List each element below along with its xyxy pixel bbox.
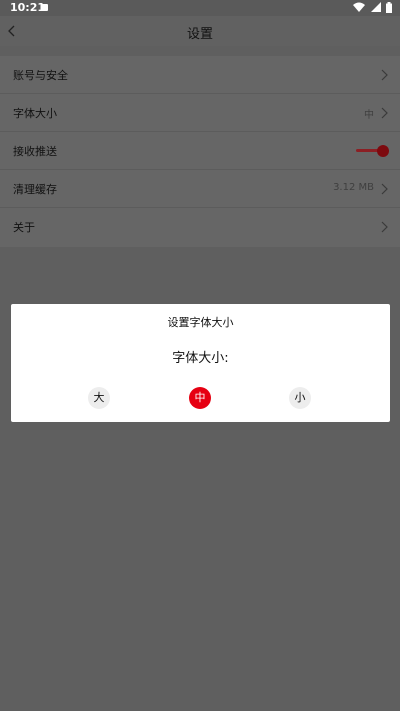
settings-item-label: 清理缓存 [13, 183, 57, 196]
dialog-title: 设置字体大小 [167, 316, 234, 329]
font-size-dialog: 设置字体大小 字体大小: 大 中 小 [11, 304, 390, 422]
settings-item-push-notifications: 接收推送 [0, 132, 400, 170]
settings-item-label: 字体大小 [13, 107, 57, 120]
settings-item-about[interactable]: 关于 [0, 208, 400, 246]
font-size-option-medium[interactable]: 中 [189, 387, 211, 409]
font-size-value: 中 [364, 110, 374, 121]
chevron-right-icon [381, 183, 388, 195]
chevron-right-icon [381, 69, 388, 81]
settings-item-font-size[interactable]: 字体大小 中 [0, 94, 400, 132]
settings-item-label: 接收推送 [13, 145, 57, 158]
settings-item-clear-cache[interactable]: 清理缓存 3.12 MB [0, 170, 400, 208]
battery-icon [386, 2, 392, 13]
wifi-icon [353, 2, 365, 12]
status-time: 10:21 [10, 1, 46, 14]
settings-item-label: 关于 [13, 221, 35, 234]
chevron-right-icon [381, 221, 388, 233]
notification-icon [41, 4, 48, 11]
settings-list: 账号与安全 字体大小 中 接收推送 清理缓存 3.12 MB 关于 [0, 56, 400, 247]
settings-item-account-security[interactable]: 账号与安全 [0, 56, 400, 94]
font-size-option-small[interactable]: 小 [289, 387, 311, 409]
status-icons [351, 2, 392, 14]
signal-icon [370, 2, 381, 12]
chevron-right-icon [381, 107, 388, 119]
top-app-bar: 设置 [0, 16, 400, 46]
dialog-subtitle: 字体大小: [172, 351, 229, 366]
push-toggle[interactable] [356, 144, 389, 158]
cache-size-value: 3.12 MB [333, 182, 374, 193]
page-title: 设置 [186, 27, 213, 42]
toggle-thumb [377, 145, 389, 157]
settings-item-label: 账号与安全 [13, 69, 68, 82]
font-size-option-large[interactable]: 大 [88, 387, 110, 409]
status-bar: 10:21 [0, 0, 400, 16]
